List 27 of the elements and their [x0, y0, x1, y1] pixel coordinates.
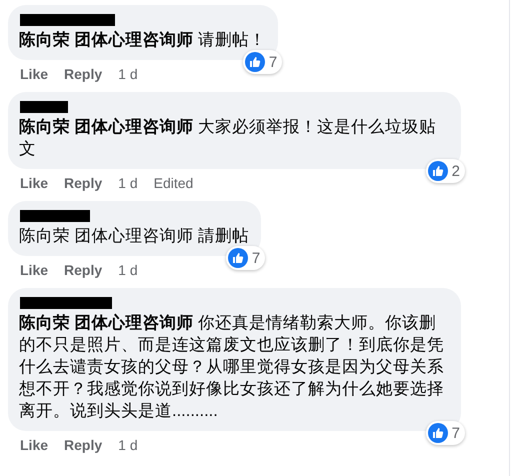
reaction-badge[interactable]: 7 [426, 421, 465, 445]
thumbs-up-icon [428, 161, 448, 181]
comment-text: 陈向荣 团体心理咨询师 请删帖！ [19, 30, 266, 51]
thumbs-up-icon [428, 423, 448, 443]
comment-time: 1 d [118, 66, 138, 82]
reaction-badge[interactable]: 2 [426, 159, 465, 183]
comment-text: 陈向荣 团体心理咨询师 大家必须举报！这是什么垃圾贴文 [19, 116, 438, 160]
comment-action-link[interactable]: Reply [64, 437, 102, 453]
thumbs-up-icon [244, 52, 265, 72]
comment-action-link[interactable]: Reply [64, 262, 102, 278]
comment-action-link[interactable]: Like [20, 262, 48, 278]
edited-label: Edited [154, 175, 194, 191]
redaction-bar [20, 101, 68, 113]
comment-time: 1 d [118, 437, 138, 453]
comment-action-link[interactable]: Reply [64, 66, 102, 82]
reaction-badge[interactable]: 7 [242, 50, 282, 74]
comment-action-link[interactable]: Like [20, 175, 48, 191]
comment-text: 陈向荣 团体心理咨询师 請删帖 [19, 226, 250, 247]
reaction-badge[interactable]: 7 [226, 246, 266, 270]
comment-action-link[interactable]: Like [20, 66, 48, 82]
comment-time: 1 d [118, 175, 138, 191]
redaction-bar [20, 210, 90, 222]
thumbs-up-icon [228, 248, 248, 268]
comment-text: 陈向荣 团体心理咨询师 你还真是情绪勒索大师。你该删的不只是照片、而是连这篇废文也应该删了！到底你是凭什么去谴责女孩的父母？从哪里觉得女孩是因为父母关系想不开？我感觉你说到好像比女孩还了解为什么她要选择离开。说到头头是道.......... [19, 312, 445, 422]
comment-time: 1 d [118, 262, 138, 278]
comment-action-link[interactable]: Like [20, 437, 48, 453]
comment-action-link[interactable]: Reply [64, 175, 102, 191]
